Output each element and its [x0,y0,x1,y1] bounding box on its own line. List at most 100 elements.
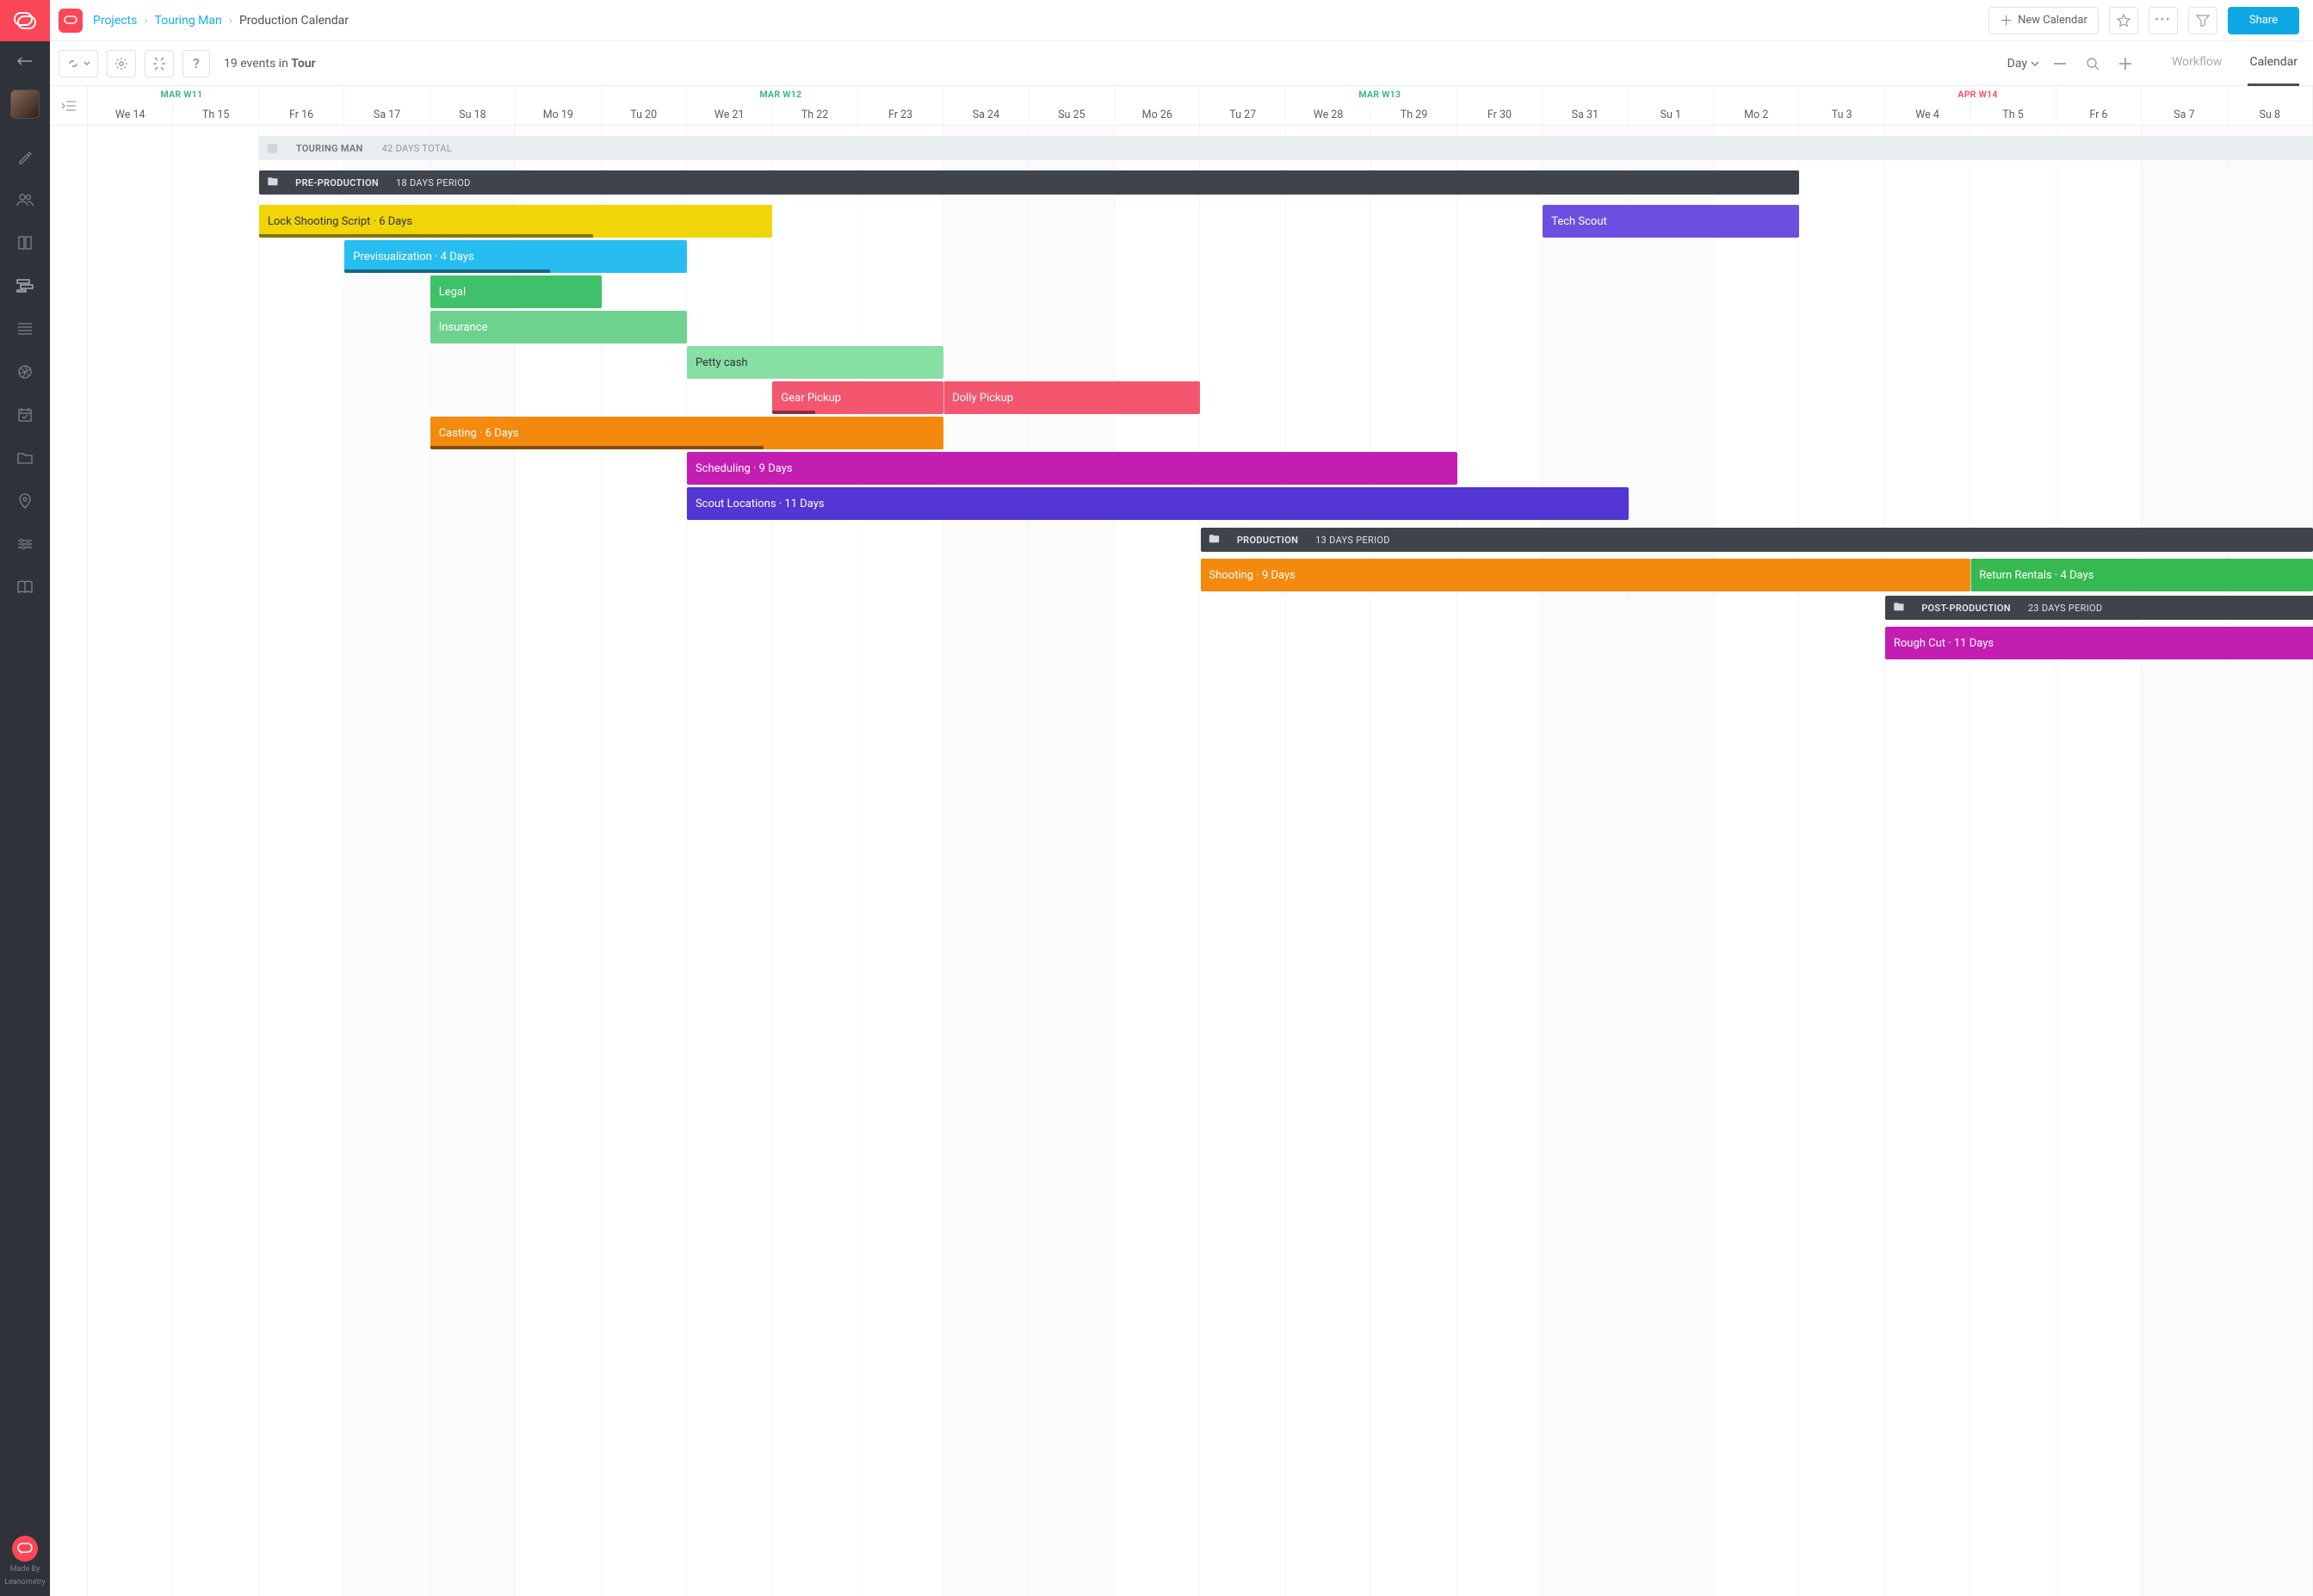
app-rail: Made By Leanometry [0,0,50,1596]
task-lock[interactable]: Lock Shooting Script · 6 Days [259,205,773,238]
nav-location-icon[interactable] [15,491,35,511]
task-gear[interactable]: Gear Pickup [772,381,943,414]
link-tool-button[interactable] [59,50,98,77]
nav-people-icon[interactable] [15,189,35,210]
help-fab[interactable] [12,1536,38,1562]
crumb-projects[interactable]: Projects [93,14,137,28]
grid-column [259,126,344,1596]
nav-calendar-check-icon[interactable] [15,405,35,425]
crumb-project[interactable]: Touring Man [155,14,222,28]
grid-column [602,126,687,1596]
task-sched[interactable]: Scheduling · 9 Days [687,452,1457,485]
body-gutter [50,126,88,1596]
nav-list-icon[interactable] [15,319,35,339]
zoom-select[interactable]: Day [2007,57,2039,71]
project-summary-bar[interactable]: TOURING MAN42 DAYS TOTAL [259,136,2313,160]
app-logo[interactable] [0,0,50,41]
tab-calendar[interactable]: Calendar [2248,41,2299,86]
folder-icon: 🖿 [1894,599,1904,617]
back-arrow[interactable] [17,57,33,65]
grid-column [1799,126,1884,1596]
plus-icon [2119,58,2131,70]
day-label: Su 1 [1629,108,1713,121]
grid-column [516,126,601,1596]
grid-column [2142,126,2227,1596]
day-label: Mo 2 [1714,108,1798,121]
zoom-reset-button[interactable] [2081,52,2105,76]
day-label: Su 18 [430,108,515,121]
task-ins[interactable]: Insurance [430,311,687,343]
task-scout[interactable]: Scout Locations · 11 Days [687,487,1629,520]
task-rough[interactable]: Rough Cut · 11 Days [1885,627,2313,659]
day-header: Sa 24 [943,86,1029,125]
day-header: Mo 26 [1115,86,1200,125]
help-tool-button[interactable]: ? [182,50,210,77]
phase-production[interactable]: 🖿PRODUCTION13 DAYS PERIOD [1201,528,2313,552]
task-return[interactable]: Return Rentals · 4 Days [1970,559,2313,591]
task-label: Return Rentals · 4 Days [1979,569,2093,582]
grid-column [1629,126,1714,1596]
search-icon [2086,57,2100,71]
user-avatar[interactable] [10,90,40,119]
task-petty[interactable]: Petty cash [687,346,943,379]
outline-toggle[interactable] [50,86,88,125]
phase-preproduction[interactable]: 🖿PRE-PRODUCTION18 DAYS PERIOD [259,170,1800,195]
day-label: Fr 16 [259,108,343,121]
zoom-in-button[interactable] [2113,52,2137,76]
day-header: Tu 20 [602,86,687,125]
nav-edit-icon[interactable] [15,146,35,167]
chevron-down-icon [2031,61,2039,66]
share-button[interactable]: Share [2228,7,2299,34]
grid-column [1030,126,1115,1596]
grid-column [2056,126,2142,1596]
task-tech[interactable]: Tech Scout [1543,205,1799,238]
phase-sub: 23 DAYS PERIOD [2028,603,2103,614]
toolbar: ? 19 events in Tour Day Workflow Calenda… [50,41,2313,86]
folder-icon: 🖿 [268,174,278,192]
phase-postproduction[interactable]: 🖿 POST-PRODUCTION 23 DAYS PERIOD [1885,596,2313,620]
nav-folder-icon[interactable] [15,448,35,468]
chevron-right-icon: › [144,14,147,28]
settings-tool-button[interactable] [107,50,136,77]
grid-column [1970,126,2056,1596]
day-label: Tu 3 [1799,108,1883,121]
nav-book-icon[interactable] [15,577,35,597]
nav-sliders-icon[interactable] [15,534,35,554]
day-header: Su 18 [430,86,516,125]
collapse-tool-button[interactable] [145,50,174,77]
task-previz[interactable]: Previsualization · 4 Days [344,240,687,273]
chevron-down-icon [83,61,90,66]
project-badge[interactable] [59,9,83,33]
timeline-body[interactable]: TOURING MAN42 DAYS TOTAL 🖿PRE-PRODUCTION1… [50,126,2313,1596]
task-label: Scout Locations · 11 Days [696,498,825,510]
new-calendar-button[interactable]: ＋ New Calendar [1988,7,2099,34]
task-shoot[interactable]: Shooting · 9 Days [1201,559,1971,591]
star-button[interactable] [2109,7,2138,34]
nav-aperture-icon[interactable] [15,362,35,382]
arrow-left-icon [17,57,33,65]
week-marker: MAR W13 [1358,89,1401,100]
grid-column [943,126,1029,1596]
gear-icon [114,57,128,71]
task-cast[interactable]: Casting · 6 Days [430,417,944,449]
phase-title: POST-PRODUCTION [1921,603,2011,614]
day-label: Mo 26 [1115,108,1199,121]
zoom-out-button[interactable] [2048,52,2072,76]
day-header: Sa 17 [344,86,430,125]
task-dolly[interactable]: Dolly Pickup [943,381,1200,414]
day-label: Sa 7 [2142,108,2226,121]
grid-column [88,126,173,1596]
day-label: We 14 [88,108,172,121]
more-icon: ••• [2155,14,2171,27]
grid-column [1885,126,1970,1596]
main-area: Projects › Touring Man › Production Cale… [50,0,2313,1596]
day-label: Th 22 [772,108,857,121]
nav-columns-icon[interactable] [15,232,35,253]
tab-workflow[interactable]: Workflow [2170,41,2224,86]
nav-timeline-icon[interactable] [15,275,35,296]
more-button[interactable]: ••• [2149,7,2178,34]
day-label: Th 29 [1371,108,1456,121]
task-legal[interactable]: Legal [430,275,602,308]
filter-button[interactable] [2188,7,2217,34]
split-divider [943,381,944,414]
